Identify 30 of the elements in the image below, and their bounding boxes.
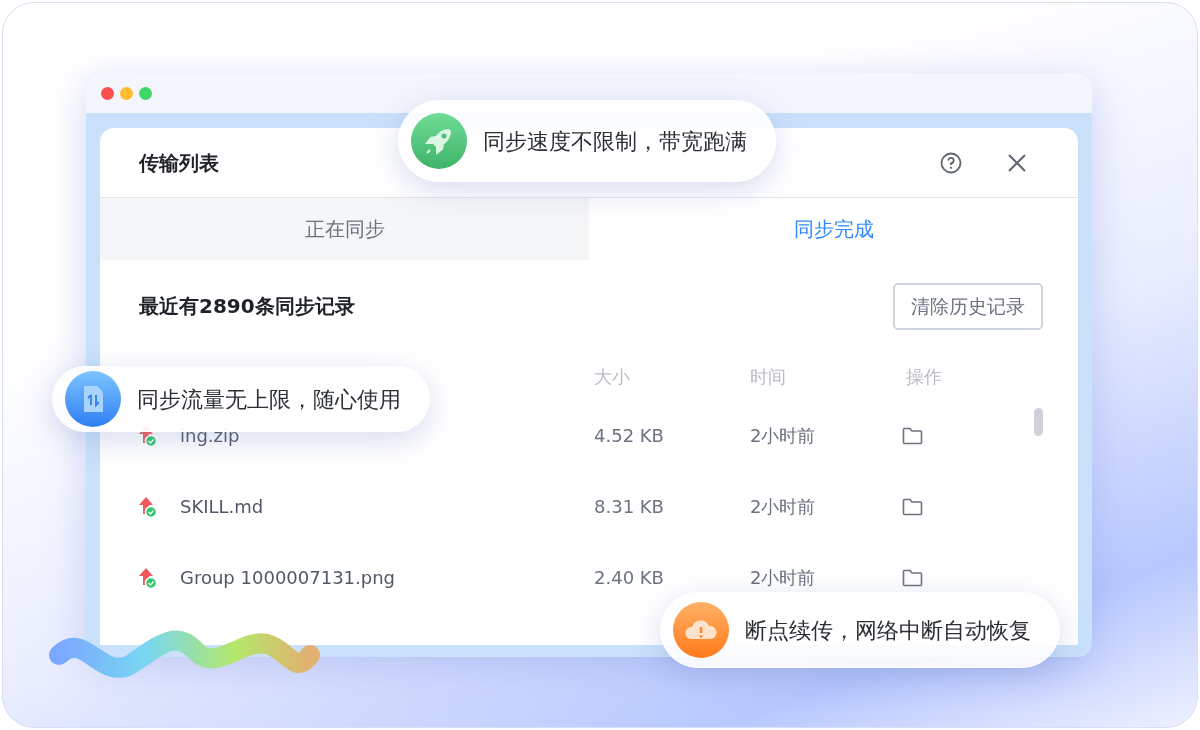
- sync-time: 2小时前: [750, 495, 817, 519]
- file-size: 2.40 KB: [594, 566, 665, 590]
- upload-done-icon: [138, 566, 158, 589]
- callout-text: 断点续传，网络中断自动恢复: [745, 616, 1031, 645]
- column-header: 大小: [594, 364, 631, 389]
- column-header: 时间: [750, 364, 787, 389]
- callout-text: 同步速度不限制，带宽跑满: [483, 127, 747, 156]
- file-name: Group 1000007131.png: [180, 566, 397, 590]
- upload-done-icon: [138, 495, 158, 518]
- sync-time: 2小时前: [750, 566, 817, 590]
- help-icon[interactable]: [940, 151, 962, 174]
- panel-title: 传输列表: [139, 149, 219, 177]
- file-size: 8.31 KB: [594, 495, 665, 519]
- file-size: 4.52 KB: [594, 424, 665, 448]
- folder-icon[interactable]: [902, 497, 923, 516]
- folder-icon[interactable]: [902, 426, 923, 445]
- close-icon[interactable]: [1007, 152, 1027, 173]
- folder-icon[interactable]: [902, 568, 923, 587]
- file-icon: [65, 371, 121, 427]
- rocket-icon: [411, 113, 467, 169]
- scrollbar-thumb[interactable]: [1034, 408, 1043, 436]
- sync-time: 2小时前: [750, 424, 817, 448]
- callout-text: 同步流量无上限，随心使用: [137, 385, 401, 414]
- file-name: SKILL.md: [180, 495, 265, 519]
- file-name: ing.zip: [180, 424, 241, 448]
- records-summary: 最近有2890条同步记录: [139, 293, 355, 320]
- clear-history-button[interactable]: 清除历史记录: [893, 282, 1043, 330]
- column-header: 操作: [906, 364, 943, 389]
- cloud-warning-icon: [673, 602, 729, 658]
- tab[interactable]: 正在同步: [100, 198, 589, 260]
